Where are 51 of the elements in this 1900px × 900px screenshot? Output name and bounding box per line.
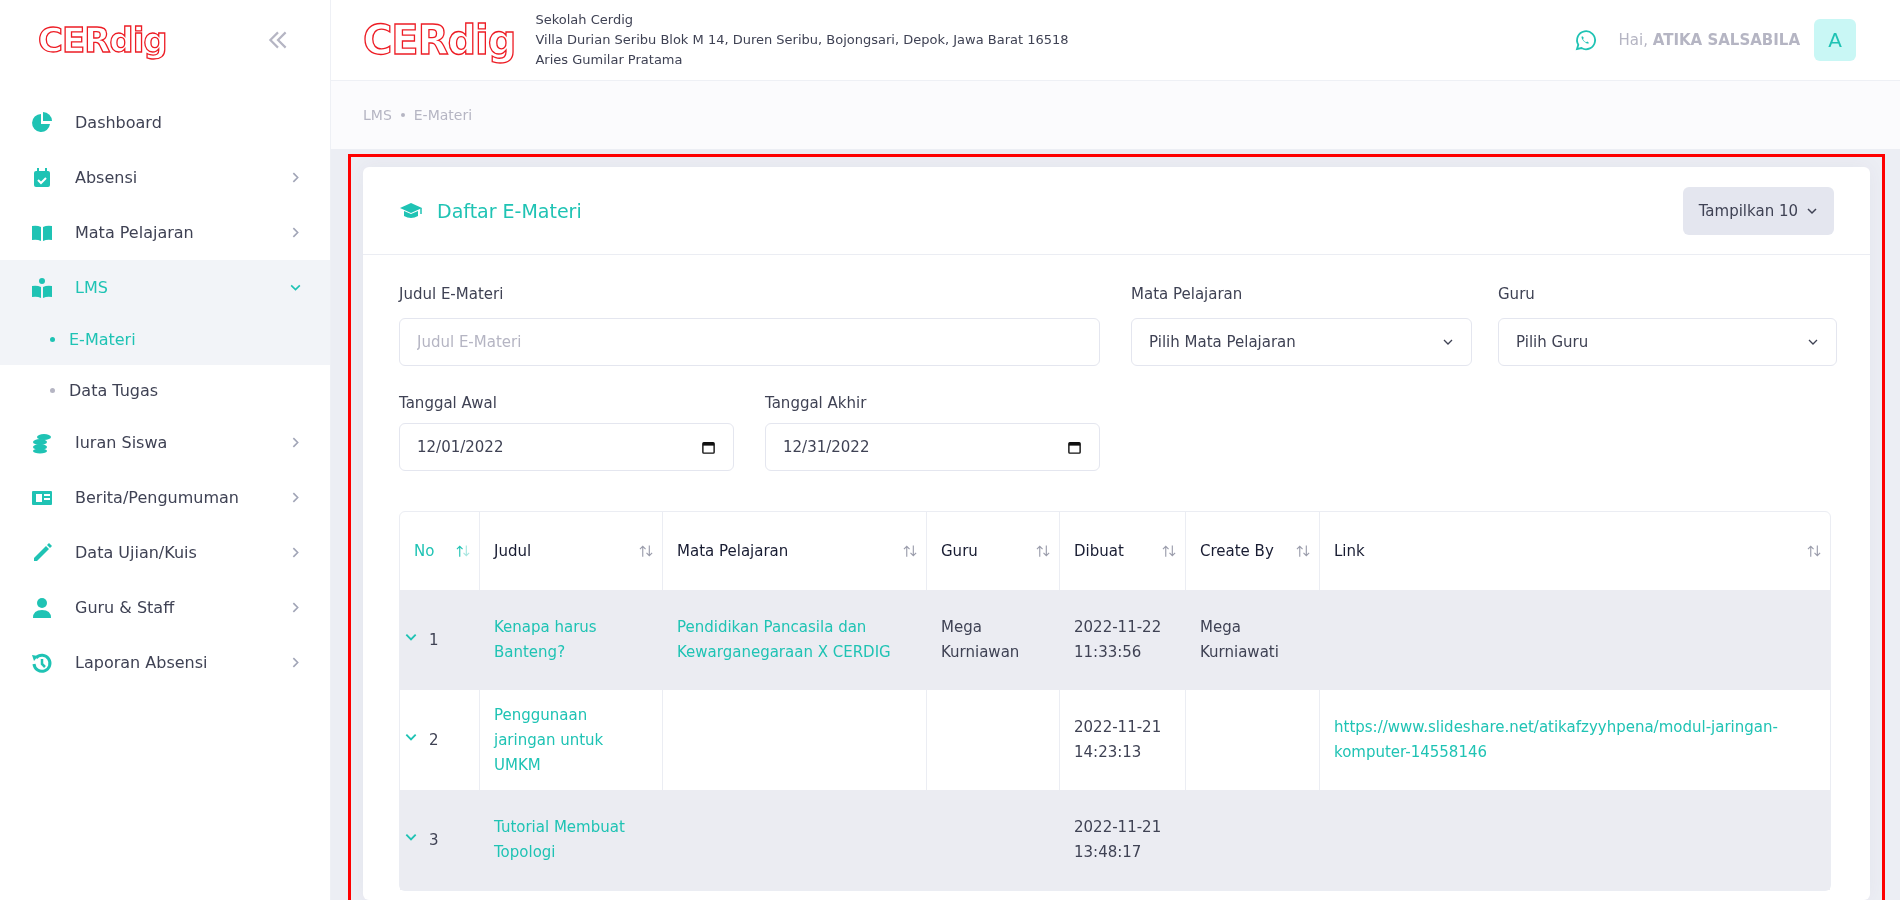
sidebar-item[interactable]: Berita/Pengumuman [0,470,330,525]
field-label: Guru [1498,285,1536,303]
field-label: Tanggal Awal [399,394,498,412]
table-cell: 2022-11-21 13:48:17 [1060,790,1186,890]
sidebar-subitem[interactable]: Data Tugas [0,365,330,415]
calendar-icon [701,439,716,455]
sort-icon[interactable] [1036,544,1051,558]
coins-icon [31,431,53,454]
graduation-cap-icon [399,200,423,221]
pie-chart-icon [31,111,53,134]
reader-icon [31,276,53,299]
table-cell: 1 [400,590,480,690]
pencil-icon [31,541,53,564]
history-icon [31,651,53,674]
page-size-button[interactable]: Tampilkan 10 [1682,186,1834,235]
sidebar-item[interactable]: Dashboard [0,95,330,150]
sort-icon[interactable] [456,544,471,558]
table-cell: 3 [400,790,480,890]
sidebar-item[interactable]: Iuran Siswa [0,415,330,470]
person-icon [31,596,53,619]
sort-icon[interactable] [903,544,918,558]
table-cell: 2022-11-22 11:33:56 [1060,590,1186,690]
field-label: Tanggal Akhir [765,394,868,412]
field-label: Mata Pelajaran [1131,285,1244,303]
calendar-check-icon [31,166,53,189]
principal-name: Aries Gumilar Pratama [535,51,684,69]
sort-icon[interactable] [1807,544,1822,558]
calendar-icon [1067,439,1082,455]
table-cell: Mega Kurniawan [927,590,1060,690]
sidebar-item[interactable]: Absensi [0,150,330,205]
card-title: Daftar E-Materi [437,199,582,222]
dropdown[interactable]: Pilih Guru [1498,318,1837,366]
sort-icon[interactable] [1162,544,1177,558]
user-greeting: Hai, ATIKA SALSABILA [1618,31,1800,49]
column-header[interactable]: Link [1320,512,1830,590]
sidebar-item[interactable]: Guru & Staff [0,580,330,635]
table-cell: Mega Kurniawati [1186,590,1320,690]
sidebar-item[interactable]: Data Ujian/Kuis [0,525,330,580]
sidebar-item[interactable]: Mata Pelajaran [0,205,330,260]
sort-icon[interactable] [639,544,654,558]
input-field[interactable]: Judul E-Materi [399,318,1100,366]
dropdown[interactable]: Pilih Mata Pelajaran [1131,318,1472,366]
field-label: Judul E-Materi [399,285,505,303]
logo: CERdig [38,20,167,60]
sidebar-item[interactable]: Laporan Absensi [0,635,330,690]
school-address: Villa Durian Seribu Blok M 14, Duren Seribu, Bojongsari, Depok, Jawa Barat 16518 [535,31,1069,49]
date-field[interactable]: 12/01/2022 [399,423,734,471]
school-name: Sekolah Cerdig [535,11,634,29]
sort-icon[interactable] [1296,544,1311,558]
logo: CERdig [363,17,516,63]
date-field[interactable]: 12/31/2022 [765,423,1100,471]
